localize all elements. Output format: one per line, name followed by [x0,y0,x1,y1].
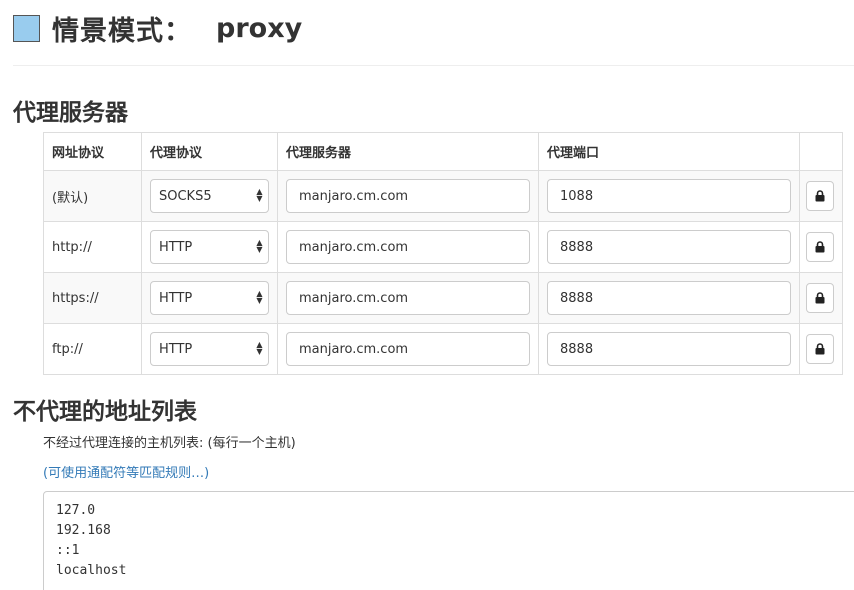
protocol-select[interactable]: HTTP ▲ ▼ [150,230,269,264]
table-row: https:// HTTP ▲ ▼ manjaro.cm.com 8888 [43,272,843,324]
bypass-entry: 127.0 [56,503,96,518]
port-input[interactable]: 8888 [547,230,791,264]
bypass-list-heading: 不代理的地址列表 [13,399,197,425]
column-header-scheme: 网址协议 [43,132,142,171]
protocol-select[interactable]: SOCKS5 ▲ ▼ [150,179,269,213]
scheme-label: (默认) [52,190,89,206]
protocol-select-value: SOCKS5 [159,188,212,204]
scheme-label: ftp:// [52,341,83,357]
server-input[interactable]: manjaro.cm.com [286,281,530,315]
select-arrows-icon: ▲ ▼ [256,238,263,254]
proxy-servers-table: 网址协议 代理协议 代理服务器 代理端口 (默认) SOCKS5 ▲ ▼ manj… [43,132,843,375]
profile-color-swatch[interactable] [13,14,40,42]
port-input[interactable]: 8888 [547,281,791,315]
bypass-list-description: 不经过代理连接的主机列表: (每行一个主机) [43,436,296,451]
profile-name: proxy [216,12,303,44]
auth-lock-button[interactable] [806,283,834,313]
select-arrows-icon: ▲ ▼ [256,340,263,356]
protocol-select[interactable]: HTTP ▲ ▼ [150,281,269,315]
scheme-label: http:// [52,239,92,255]
port-input[interactable]: 8888 [547,332,791,366]
column-header-protocol: 代理协议 [141,132,278,171]
bypass-entry: ::1 [56,543,80,558]
wildcard-rules-link[interactable]: (可使用通配符等匹配规则…) [43,462,209,481]
lock-icon [815,241,825,253]
port-input[interactable]: 1088 [547,179,791,213]
protocol-select-value: HTTP [159,239,193,255]
server-input[interactable]: manjaro.cm.com [286,332,530,366]
options-page: 情景模式： proxy 代理服务器 网址协议 代理协议 代理服务器 代理端口 (… [0,0,854,590]
table-row: (默认) SOCKS5 ▲ ▼ manjaro.cm.com 1088 [43,170,843,222]
lock-icon [815,343,825,355]
select-arrows-icon: ▲ ▼ [256,187,263,203]
auth-lock-button[interactable] [806,334,834,364]
page-title: 情景模式： [52,15,192,47]
bypass-entry: localhost [56,563,127,578]
proxy-servers-heading: 代理服务器 [13,100,128,126]
bypass-list-textarea[interactable]: 127.0 192.168 ::1 localhost [43,491,854,590]
protocol-select[interactable]: HTTP ▲ ▼ [150,332,269,366]
lock-icon [815,292,825,304]
lock-icon [815,190,825,202]
scheme-label: https:// [52,290,99,306]
server-input[interactable]: manjaro.cm.com [286,179,530,213]
auth-lock-button[interactable] [806,181,834,211]
server-input[interactable]: manjaro.cm.com [286,230,530,264]
table-row: ftp:// HTTP ▲ ▼ manjaro.cm.com 8888 [43,323,843,375]
protocol-select-value: HTTP [159,290,193,306]
table-row: http:// HTTP ▲ ▼ manjaro.cm.com 8888 [43,221,843,273]
protocol-select-value: HTTP [159,341,193,357]
column-header-actions [799,132,843,171]
header-divider [13,65,854,66]
column-header-port: 代理端口 [538,132,800,171]
column-header-server: 代理服务器 [277,132,539,171]
auth-lock-button[interactable] [806,232,834,262]
bypass-entry: 192.168 [56,523,111,538]
table-header-row: 网址协议 代理协议 代理服务器 代理端口 [43,132,843,171]
select-arrows-icon: ▲ ▼ [256,289,263,305]
page-header: 情景模式： proxy [13,8,302,48]
